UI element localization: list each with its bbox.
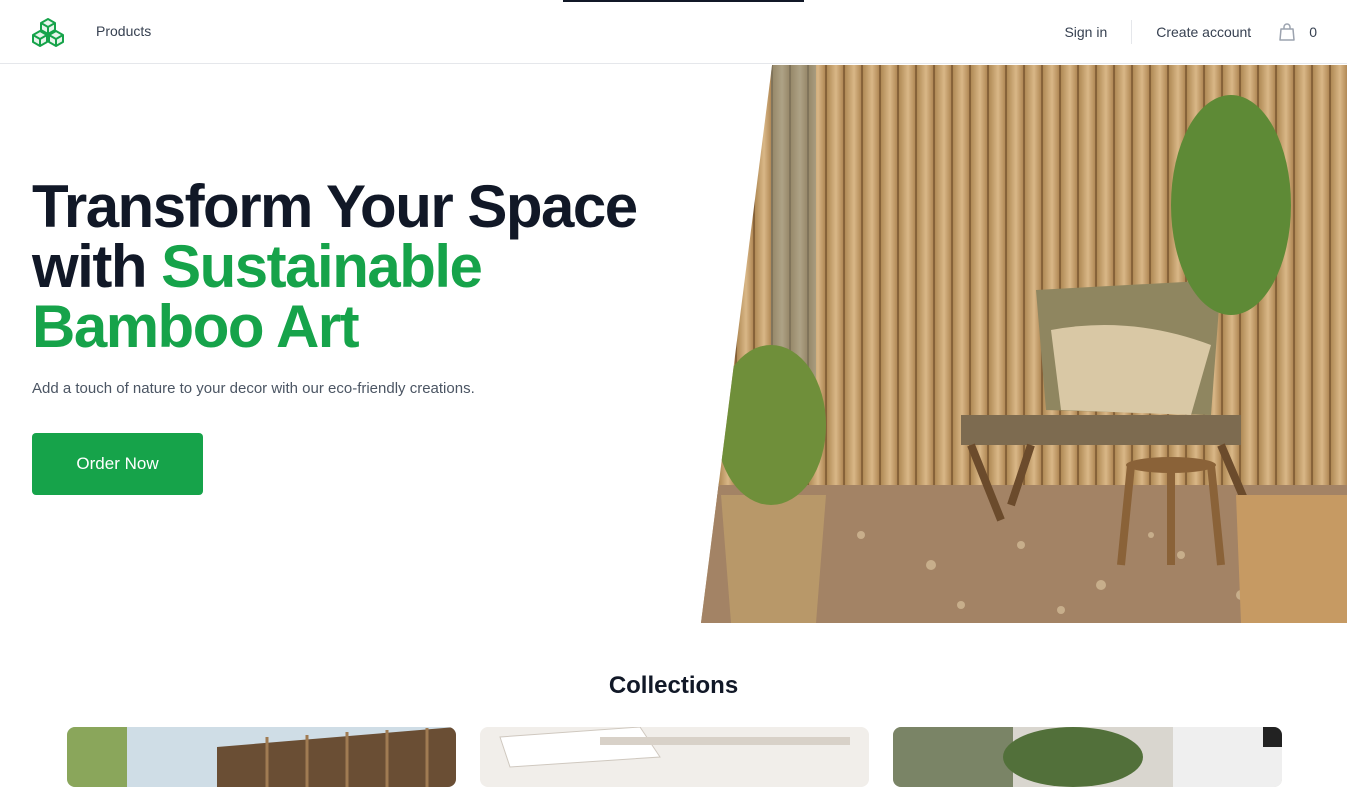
sign-in-link[interactable]: Sign in [1064,24,1107,40]
header-actions: Sign in Create account 0 [1064,0,1317,64]
nav-products-link[interactable]: Products [96,23,151,39]
collection-card-2[interactable] [480,727,869,787]
hanging-plants-photo [893,727,1282,787]
site-header: Products Sign in Create account 0 [0,0,1347,64]
cart-button[interactable]: 0 [1277,22,1317,42]
bamboo-house-photo [67,727,456,787]
cubes-logo-icon[interactable] [31,17,65,47]
hero-subtitle: Add a touch of nature to your decor with… [32,380,475,397]
order-now-button[interactable]: Order Now [32,433,203,495]
cart-count: 0 [1309,24,1317,40]
hero-text-block: Transform Your Space with Sustainable Ba… [32,177,672,357]
shopping-bag-icon [1279,23,1295,41]
collection-card-3[interactable] [893,727,1282,787]
hero-title: Transform Your Space with Sustainable Ba… [32,177,672,357]
white-interior-photo [480,727,869,787]
hero-title-accent-1: Sustainable [161,233,483,300]
header-divider [1131,20,1133,44]
create-account-link[interactable]: Create account [1156,24,1251,40]
hero-title-line1: Transform Your Space [32,173,638,240]
collection-card-1[interactable] [67,727,456,787]
bamboo-patio-chair-photo [701,65,1347,623]
hero-title-with: with [32,233,162,300]
collections-title: Collections [608,672,739,699]
hero-title-accent-2: Bamboo Art [32,293,360,360]
